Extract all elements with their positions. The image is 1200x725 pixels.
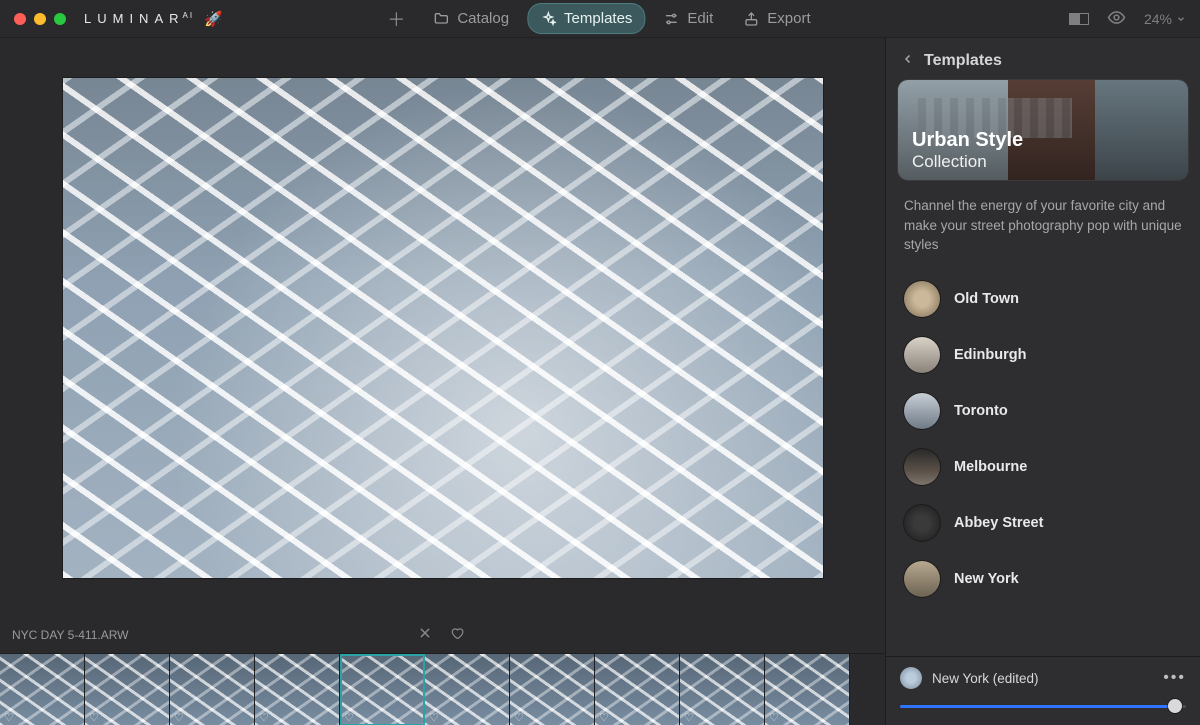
collection-title: Urban Style — [912, 129, 1023, 152]
tab-catalog-label: Catalog — [457, 10, 509, 27]
file-info-row: NYC DAY 5-411.ARW — [0, 620, 885, 653]
template-thumb — [904, 281, 940, 317]
tab-export[interactable]: Export — [731, 4, 822, 33]
filmstrip-thumb[interactable]: ♡ — [255, 654, 340, 725]
filmstrip-thumb[interactable]: ♡ — [340, 654, 425, 725]
toolbar-tabs: ＋ Catalog Templates Edit Export — [377, 2, 822, 36]
current-template-label: New York (edited) — [932, 671, 1039, 686]
template-list: Old Town Edinburgh Toronto Melbourne Abbey S… — [886, 269, 1200, 656]
template-item[interactable]: Toronto — [894, 383, 1192, 439]
tab-templates-label: Templates — [564, 10, 632, 27]
template-item[interactable]: Melbourne — [894, 439, 1192, 495]
panel-back-label: Templates — [924, 52, 1002, 70]
tab-edit-label: Edit — [687, 10, 713, 27]
reject-button[interactable] — [418, 626, 432, 643]
favorite-button[interactable] — [450, 626, 464, 643]
heart-icon: ♡ — [429, 711, 439, 724]
maximize-window-button[interactable] — [54, 13, 66, 25]
sparkle-icon — [540, 11, 556, 27]
chevron-left-icon — [902, 52, 914, 70]
panel-back-button[interactable]: Templates — [886, 38, 1200, 80]
compare-icon[interactable] — [1069, 13, 1089, 25]
app-name-text: LUMINAR — [84, 11, 185, 26]
template-item[interactable]: Edinburgh — [894, 327, 1192, 383]
collection-description: Channel the energy of your favorite city… — [886, 192, 1200, 269]
heart-icon: ♡ — [684, 711, 694, 724]
slider-knob[interactable] — [1168, 699, 1182, 713]
template-label: Melbourne — [954, 459, 1027, 475]
heart-icon: ♡ — [344, 711, 354, 724]
app-name-suffix: AI — [183, 11, 195, 20]
app-toolbar: LUMINAR AI 🚀 ＋ Catalog Templates Edit — [0, 0, 1200, 38]
templates-panel: Templates Urban Style Collection Channel… — [885, 38, 1200, 725]
export-icon — [743, 11, 759, 27]
add-button[interactable]: ＋ — [377, 2, 415, 36]
heart-icon: ♡ — [89, 711, 99, 724]
filmstrip-thumb[interactable]: ♡ — [425, 654, 510, 725]
filmstrip-thumb[interactable]: ♡ — [680, 654, 765, 725]
image-viewer[interactable] — [0, 38, 885, 620]
template-thumb — [904, 337, 940, 373]
filmstrip-thumb[interactable]: ♡ — [765, 654, 850, 725]
filmstrip[interactable]: ♡ ♡ ♡ ♡ ♡ ♡ ♡ ♡ ♡ ♡ — [0, 653, 885, 725]
template-item[interactable]: Abbey Street — [894, 495, 1192, 551]
slider-fill — [900, 705, 1175, 708]
folder-icon — [433, 11, 449, 27]
chevron-down-icon — [1176, 11, 1186, 27]
filmstrip-thumb[interactable]: ♡ — [85, 654, 170, 725]
sliders-icon — [663, 11, 679, 27]
main-area: NYC DAY 5-411.ARW ♡ ♡ ♡ ♡ ♡ ♡ ♡ ♡ ♡ ♡ Templates U… — [0, 38, 1200, 725]
template-label: Edinburgh — [954, 347, 1027, 363]
rocket-icon[interactable]: 🚀 — [204, 10, 229, 28]
main-photo — [63, 78, 823, 578]
zoom-value: 24% — [1144, 11, 1172, 27]
heart-icon: ♡ — [769, 711, 779, 724]
toolbar-right: 24% — [1069, 8, 1186, 30]
window-controls — [14, 13, 66, 25]
current-template-footer: New York (edited) ••• — [886, 656, 1200, 725]
tab-export-label: Export — [767, 10, 810, 27]
app-title: LUMINAR AI 🚀 — [84, 10, 229, 28]
template-label: Toronto — [954, 403, 1008, 419]
template-item[interactable]: Old Town — [894, 271, 1192, 327]
heart-icon: ♡ — [514, 711, 524, 724]
template-label: Abbey Street — [954, 515, 1043, 531]
collection-subtitle: Collection — [912, 152, 987, 172]
heart-icon: ♡ — [259, 711, 269, 724]
filmstrip-thumb[interactable]: ♡ — [170, 654, 255, 725]
template-label: New York — [954, 571, 1019, 587]
tab-catalog[interactable]: Catalog — [421, 4, 521, 33]
template-label: Old Town — [954, 291, 1019, 307]
zoom-dropdown[interactable]: 24% — [1144, 11, 1186, 27]
template-item[interactable]: New York — [894, 551, 1192, 607]
template-thumb — [904, 393, 940, 429]
filmstrip-thumb[interactable]: ♡ — [510, 654, 595, 725]
heart-icon: ♡ — [599, 711, 609, 724]
template-options-button[interactable]: ••• — [1163, 669, 1186, 687]
collection-banner[interactable]: Urban Style Collection — [898, 80, 1188, 180]
file-name: NYC DAY 5-411.ARW — [12, 628, 128, 642]
template-amount-slider[interactable] — [900, 699, 1186, 713]
heart-icon: ♡ — [174, 711, 184, 724]
template-thumb — [904, 449, 940, 485]
tab-edit[interactable]: Edit — [651, 4, 725, 33]
current-template-thumb — [900, 667, 922, 689]
filmstrip-thumb[interactable]: ♡ — [0, 654, 85, 725]
template-thumb — [904, 561, 940, 597]
heart-icon: ♡ — [4, 711, 14, 724]
close-window-button[interactable] — [14, 13, 26, 25]
canvas-area: NYC DAY 5-411.ARW ♡ ♡ ♡ ♡ ♡ ♡ ♡ ♡ ♡ ♡ — [0, 38, 885, 725]
tab-templates[interactable]: Templates — [527, 3, 645, 34]
minimize-window-button[interactable] — [34, 13, 46, 25]
filmstrip-thumb[interactable]: ♡ — [595, 654, 680, 725]
preview-icon[interactable] — [1107, 8, 1126, 30]
template-thumb — [904, 505, 940, 541]
